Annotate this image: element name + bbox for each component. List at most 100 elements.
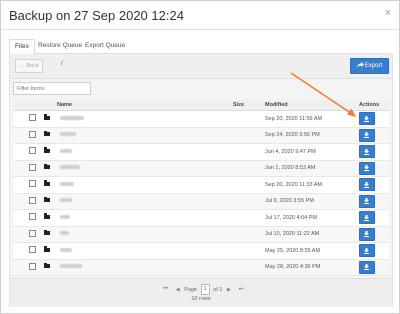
download-button[interactable] [359, 161, 375, 175]
row-checkbox[interactable] [29, 147, 36, 155]
row-checkbox[interactable] [29, 246, 36, 254]
download-icon [364, 231, 369, 238]
blurred-file-name[interactable] [60, 214, 70, 219]
folder-icon [44, 246, 50, 252]
modified-column-header[interactable]: Modified [265, 100, 359, 111]
download-button[interactable] [359, 112, 375, 126]
prev-page-icon[interactable]: ◀ [175, 287, 179, 293]
table-row: Sep 20, 2020 11:33 AM [13, 176, 389, 194]
modified-date: Sep 20, 2020 11:33 AM [265, 176, 359, 194]
files-panel: ← Back / Export Name Size Modified Actio… [9, 54, 393, 307]
row-checkbox[interactable] [29, 196, 36, 204]
type-column-header [39, 100, 57, 111]
table-row: May 25, 2020 8:55 AM [13, 242, 389, 260]
blurred-file-name[interactable] [60, 247, 72, 252]
download-icon [364, 247, 369, 254]
download-icon [364, 264, 369, 271]
download-icon [364, 198, 369, 205]
blurred-file-name[interactable] [60, 148, 72, 153]
file-size [233, 127, 265, 144]
filter-input[interactable] [13, 82, 91, 95]
last-page-icon[interactable]: ⏭ [239, 286, 244, 293]
row-checkbox[interactable] [29, 229, 36, 237]
toolbar: ← Back / Export [10, 54, 392, 79]
download-icon [364, 115, 369, 122]
page-label: Page [184, 286, 198, 293]
file-size [233, 176, 265, 194]
file-size [233, 209, 265, 227]
row-checkbox[interactable] [29, 262, 36, 270]
download-button[interactable] [359, 211, 375, 225]
folder-icon [44, 163, 50, 170]
select-column-header [13, 100, 39, 111]
row-checkbox[interactable] [29, 130, 36, 138]
blurred-file-name[interactable] [60, 231, 69, 236]
row-checkbox[interactable] [29, 163, 36, 171]
modified-date: May 28, 2020 4:36 PM [265, 259, 359, 276]
modified-date: Jul 9, 2020 3:55 PM [265, 193, 359, 210]
modal-header: Backup on 27 Sep 2020 12:24 × [1, 1, 399, 30]
folder-icon [44, 180, 50, 186]
size-column-header[interactable]: Size [233, 100, 265, 111]
table-row: Jun 1, 2020 8:53 AM [13, 160, 389, 177]
modified-date: Jun 1, 2020 8:53 AM [265, 160, 359, 177]
file-size [233, 143, 265, 161]
tab-export-queue[interactable]: Export Queue [80, 39, 130, 53]
blurred-file-name[interactable] [60, 115, 84, 120]
files-table: Name Size Modified Actions Sep 20, 2020 … [13, 100, 389, 276]
row-checkbox[interactable] [29, 180, 36, 188]
next-page-icon[interactable]: ▶ [227, 287, 231, 293]
download-icon [364, 165, 369, 172]
share-arrow-icon [356, 62, 364, 69]
pagination: ⏮ ◀ Page 1 of 1 ▶ ⏭ [160, 284, 247, 295]
modified-date: Jul 10, 2020 11:22 AM [265, 226, 359, 243]
row-count: 10 rows [191, 296, 211, 302]
modified-date: May 25, 2020 8:55 AM [265, 242, 359, 260]
file-size [233, 110, 265, 128]
export-button[interactable]: Export [350, 58, 389, 74]
table-row: Jul 9, 2020 3:55 PM [13, 193, 389, 210]
download-button[interactable] [359, 244, 375, 258]
blurred-file-name[interactable] [60, 198, 72, 203]
tab-restore-queue[interactable]: Restore Queue [33, 39, 87, 53]
backup-modal: Backup on 27 Sep 2020 12:24 × Files Rest… [0, 0, 400, 314]
download-button[interactable] [359, 227, 375, 241]
file-size [233, 242, 265, 260]
table-row: Jun 4, 2020 9:47 PM [13, 143, 389, 161]
close-icon[interactable]: × [385, 7, 391, 19]
back-button[interactable]: ← Back [15, 59, 43, 73]
tab-bar: Files Restore Queue Export Queue [9, 39, 391, 55]
modified-date: Sep 20, 2020 11:56 AM [265, 110, 359, 128]
table-row: Sep 20, 2020 11:56 AM [13, 110, 389, 128]
blurred-file-name[interactable] [60, 132, 76, 137]
modified-date: Jul 17, 2020 4:04 PM [265, 209, 359, 227]
download-button[interactable] [359, 260, 375, 274]
file-size [233, 226, 265, 243]
row-checkbox[interactable] [29, 213, 36, 221]
table-footer: ⏮ ◀ Page 1 of 1 ▶ ⏭ 10 rows [10, 278, 392, 307]
folder-icon [44, 196, 50, 203]
row-checkbox[interactable] [29, 114, 36, 122]
blurred-file-name[interactable] [60, 181, 74, 186]
download-icon [364, 214, 369, 221]
download-button[interactable] [359, 194, 375, 208]
tab-files[interactable]: Files [9, 39, 35, 55]
current-path: / [61, 60, 63, 67]
name-column-header[interactable]: Name [57, 100, 233, 111]
download-button[interactable] [359, 178, 375, 192]
folder-icon [44, 130, 50, 137]
download-button[interactable] [359, 145, 375, 159]
blurred-file-name[interactable] [60, 165, 80, 170]
download-button[interactable] [359, 128, 375, 142]
first-page-icon[interactable]: ⏮ [163, 286, 168, 293]
file-size [233, 259, 265, 276]
file-size [233, 193, 265, 210]
download-icon [364, 148, 369, 155]
download-icon [364, 132, 369, 139]
modified-date: Sep 24, 2020 3:56 PM [265, 127, 359, 144]
table-row: Jul 17, 2020 4:04 PM [13, 209, 389, 227]
folder-icon [44, 147, 50, 153]
blurred-file-name[interactable] [60, 264, 82, 269]
modal-title: Backup on 27 Sep 2020 12:24 [9, 8, 184, 23]
page-number-input[interactable]: 1 [200, 284, 210, 295]
